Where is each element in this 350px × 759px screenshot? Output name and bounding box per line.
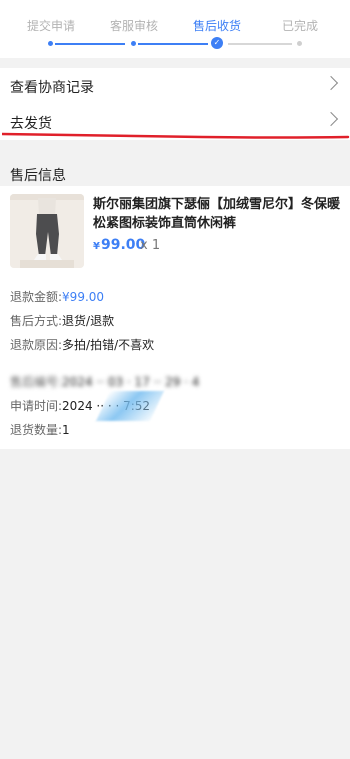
after-sale-info-title: 售后信息 bbox=[10, 168, 66, 184]
product-card[interactable]: 斯尔丽集团旗下瑟俪【加绒雪尼尔】冬保暖松紧图标装饰直筒休闲裤 ¥99.00 x … bbox=[0, 186, 350, 276]
after-sale-details: 退款金额:¥99.00 售后方式:退货/退款 退款原因:多拍/拍错/不喜欢 售后… bbox=[0, 276, 350, 449]
negotiation-record-row[interactable]: 查看协商记录 bbox=[0, 68, 350, 104]
return-quantity-row: 退货数量:1 bbox=[10, 421, 70, 439]
order-number-key: 售后编号: bbox=[10, 375, 63, 389]
chevron-right-icon bbox=[323, 75, 339, 91]
step-receive-label: 售后收货 bbox=[192, 19, 241, 33]
price-value: 99.00 bbox=[100, 237, 146, 253]
currency-symbol: ¥ bbox=[93, 241, 100, 252]
negotiation-record-label: 查看协商记录 bbox=[10, 80, 94, 96]
after-sale-method-row: 售后方式:退货/退款 bbox=[10, 312, 114, 330]
step-complete-label: 已完成 bbox=[281, 19, 318, 33]
product-quantity: x 1 bbox=[140, 238, 161, 253]
product-title: 斯尔丽集团旗下瑟俪【加绒雪尼尔】冬保暖松紧图标装饰直筒休闲裤 bbox=[93, 197, 341, 231]
annotation-underline bbox=[2, 132, 350, 139]
step-current-check-icon: ✓ bbox=[211, 37, 223, 49]
method-value: 退货/退款 bbox=[62, 314, 115, 328]
progress-steps: 提交申请 客服审核 售后收货 已完成 ✓ bbox=[0, 0, 350, 58]
refund-amount-key: 退款金额: bbox=[10, 290, 63, 304]
return-qty-key: 退货数量: bbox=[10, 423, 63, 437]
product-price: ¥99.00 bbox=[93, 237, 145, 253]
step-line-3 bbox=[228, 43, 292, 45]
step-review-dot bbox=[131, 41, 136, 46]
return-qty-value: 1 bbox=[62, 423, 70, 437]
chevron-right-icon bbox=[323, 111, 339, 127]
reason-key: 退款原因: bbox=[10, 338, 63, 352]
apply-time-key: 申请时间: bbox=[10, 399, 63, 413]
refund-amount-row: 退款金额:¥99.00 bbox=[10, 288, 104, 306]
step-submit-label: 提交申请 bbox=[26, 19, 75, 33]
reason-value: 多拍/拍错/不喜欢 bbox=[62, 338, 155, 352]
after-sale-number-row: 售后编号:2024 ·· 03 · 17 ·· 29 · 4 bbox=[10, 373, 199, 391]
method-key: 售后方式: bbox=[10, 314, 63, 328]
step-line-2 bbox=[138, 43, 208, 45]
step-complete-dot bbox=[297, 41, 302, 46]
step-submit-dot bbox=[48, 41, 53, 46]
action-menu: 查看协商记录 去发货 bbox=[0, 68, 350, 140]
product-image bbox=[10, 194, 84, 268]
go-ship-label: 去发货 bbox=[10, 116, 52, 132]
refund-reason-row: 退款原因:多拍/拍错/不喜欢 bbox=[10, 336, 154, 354]
refund-amount-value: ¥99.00 bbox=[62, 290, 105, 304]
order-number-value: 2024 ·· 03 · 17 ·· 29 · 4 bbox=[62, 375, 200, 389]
step-line-1 bbox=[55, 43, 125, 45]
step-review-label: 客服审核 bbox=[109, 19, 158, 33]
